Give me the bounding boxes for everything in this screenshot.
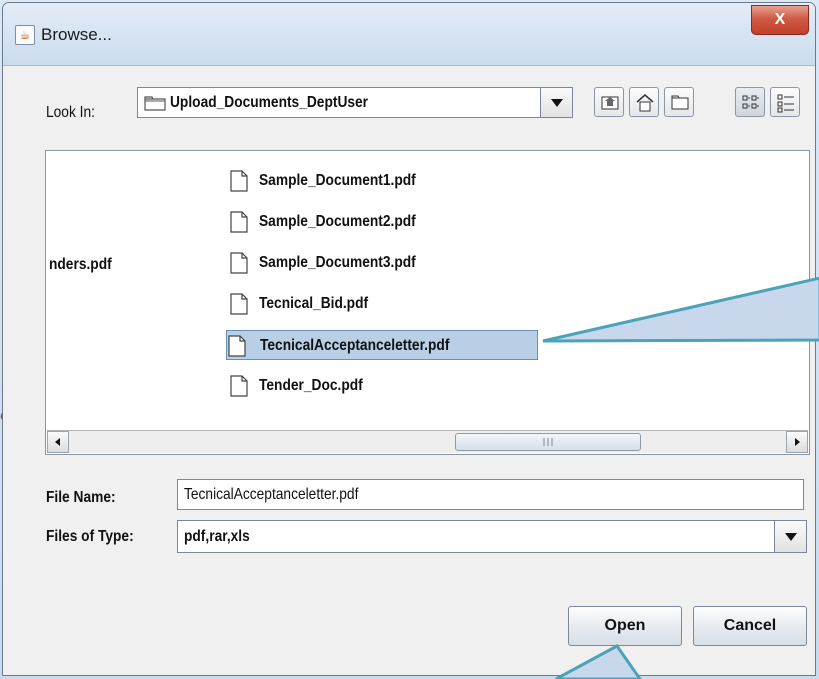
list-view-button[interactable] bbox=[735, 87, 765, 117]
file-name-label: File Name: bbox=[46, 489, 116, 506]
file-icon bbox=[230, 170, 248, 192]
files-of-type-dropdown-arrow[interactable] bbox=[774, 521, 806, 552]
file-name-text: Sample_Document3.pdf bbox=[259, 254, 416, 271]
scroll-left-button[interactable] bbox=[47, 431, 69, 453]
file-list-item[interactable]: Sample_Document2.pdf bbox=[229, 207, 449, 237]
file-list-item[interactable]: Tender_Doc.pdf bbox=[229, 371, 388, 401]
file-name-text: TecnicalAcceptanceletter.pdf bbox=[260, 337, 450, 354]
open-button[interactable]: Open bbox=[568, 606, 682, 646]
files-of-type-label: Files of Type: bbox=[46, 528, 134, 545]
list-item-partial[interactable]: nders.pdf bbox=[49, 250, 122, 280]
file-name-text: Tender_Doc.pdf bbox=[259, 377, 363, 394]
look-in-label: Look In: bbox=[46, 104, 95, 121]
look-in-combo[interactable]: Upload_Documents_DeptUser bbox=[137, 87, 573, 118]
file-list-item[interactable]: TecnicalAcceptanceletter.pdf bbox=[226, 330, 538, 360]
grip-icon bbox=[543, 438, 553, 446]
scroll-right-button[interactable] bbox=[786, 431, 808, 453]
arrow-right-icon bbox=[795, 438, 800, 446]
file-list-item[interactable]: Tecnical_Bid.pdf bbox=[229, 289, 394, 319]
look-in-value: Upload_Documents_DeptUser bbox=[170, 94, 369, 111]
folder-icon bbox=[144, 96, 166, 111]
file-name-input[interactable]: TecnicalAcceptanceletter.pdf bbox=[177, 479, 804, 510]
file-icon bbox=[230, 252, 248, 274]
details-view-button[interactable] bbox=[770, 87, 800, 117]
title-bar: ☕ Browse... X bbox=[3, 3, 815, 66]
files-of-type-combo[interactable]: pdf,rar,xls bbox=[177, 520, 807, 553]
home-icon bbox=[636, 94, 654, 112]
details-view-icon bbox=[777, 94, 794, 113]
file-list-item[interactable]: Sample_Document3.pdf bbox=[229, 248, 449, 278]
cancel-button[interactable]: Cancel bbox=[693, 606, 807, 646]
new-folder-button[interactable] bbox=[664, 87, 694, 117]
file-icon bbox=[230, 293, 248, 315]
file-name-text: Sample_Document2.pdf bbox=[259, 213, 416, 230]
file-list[interactable]: nders.pdf Sample_Document1.pdf Sample_Doc… bbox=[45, 150, 810, 455]
file-name-text: Tecnical_Bid.pdf bbox=[259, 295, 369, 312]
file-icon bbox=[230, 375, 248, 397]
close-button[interactable]: X bbox=[751, 5, 809, 35]
arrow-left-icon bbox=[55, 438, 60, 446]
file-name-text: Sample_Document1.pdf bbox=[259, 172, 416, 189]
files-of-type-value: pdf,rar,xls bbox=[184, 528, 250, 545]
horizontal-scrollbar[interactable] bbox=[47, 430, 808, 453]
file-list-item[interactable]: Sample_Document1.pdf bbox=[229, 166, 449, 196]
new-folder-icon bbox=[671, 95, 689, 110]
file-icon bbox=[228, 335, 246, 357]
up-folder-button[interactable] bbox=[594, 87, 624, 117]
file-icon bbox=[230, 211, 248, 233]
java-icon: ☕ bbox=[15, 25, 35, 45]
home-button[interactable] bbox=[629, 87, 659, 117]
up-folder-icon bbox=[601, 96, 619, 110]
look-in-dropdown-arrow[interactable] bbox=[540, 88, 572, 117]
scrollbar-thumb[interactable] bbox=[455, 433, 641, 451]
list-view-icon bbox=[742, 95, 759, 109]
dialog-title: Browse... bbox=[41, 25, 112, 44]
